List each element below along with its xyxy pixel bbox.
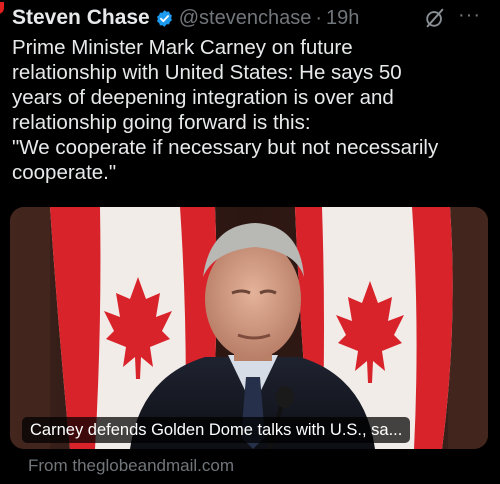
separator-dot: · [315, 6, 323, 29]
tweet-text-line: Prime Minister Mark Carney on future [12, 36, 353, 59]
tweet-post[interactable]: Steven Chase @stevenchase · 19h ··· Prim… [0, 0, 500, 484]
tweet-text-line: relationship going forward is this: [12, 111, 311, 134]
link-card[interactable]: Carney defends Golden Dome talks with U.… [10, 207, 488, 449]
card-headline[interactable]: Carney defends Golden Dome talks with U.… [22, 417, 411, 443]
tweet-text-line: cooperate." [12, 161, 117, 184]
author-display-name[interactable]: Steven Chase [12, 6, 150, 30]
post-header: Steven Chase @stevenchase · 19h [12, 4, 359, 32]
post-timestamp[interactable]: 19h [326, 7, 359, 30]
tweet-text-line: "We cooperate if necessary but not neces… [12, 136, 439, 159]
news-photo [10, 207, 488, 449]
tweet-text: Prime Minister Mark Carney on future rel… [12, 35, 492, 185]
author-handle[interactable]: @stevenchase [179, 7, 312, 30]
verified-badge-icon [156, 9, 172, 27]
tweet-text-line: years of deepening integration is over a… [12, 86, 394, 109]
more-options-icon[interactable]: ··· [458, 5, 482, 28]
card-source-link[interactable]: From theglobeandmail.com [28, 456, 234, 476]
grok-icon[interactable] [424, 7, 446, 29]
avatar[interactable] [0, 2, 4, 14]
tweet-text-line: relationship with United States: He says… [12, 61, 402, 84]
